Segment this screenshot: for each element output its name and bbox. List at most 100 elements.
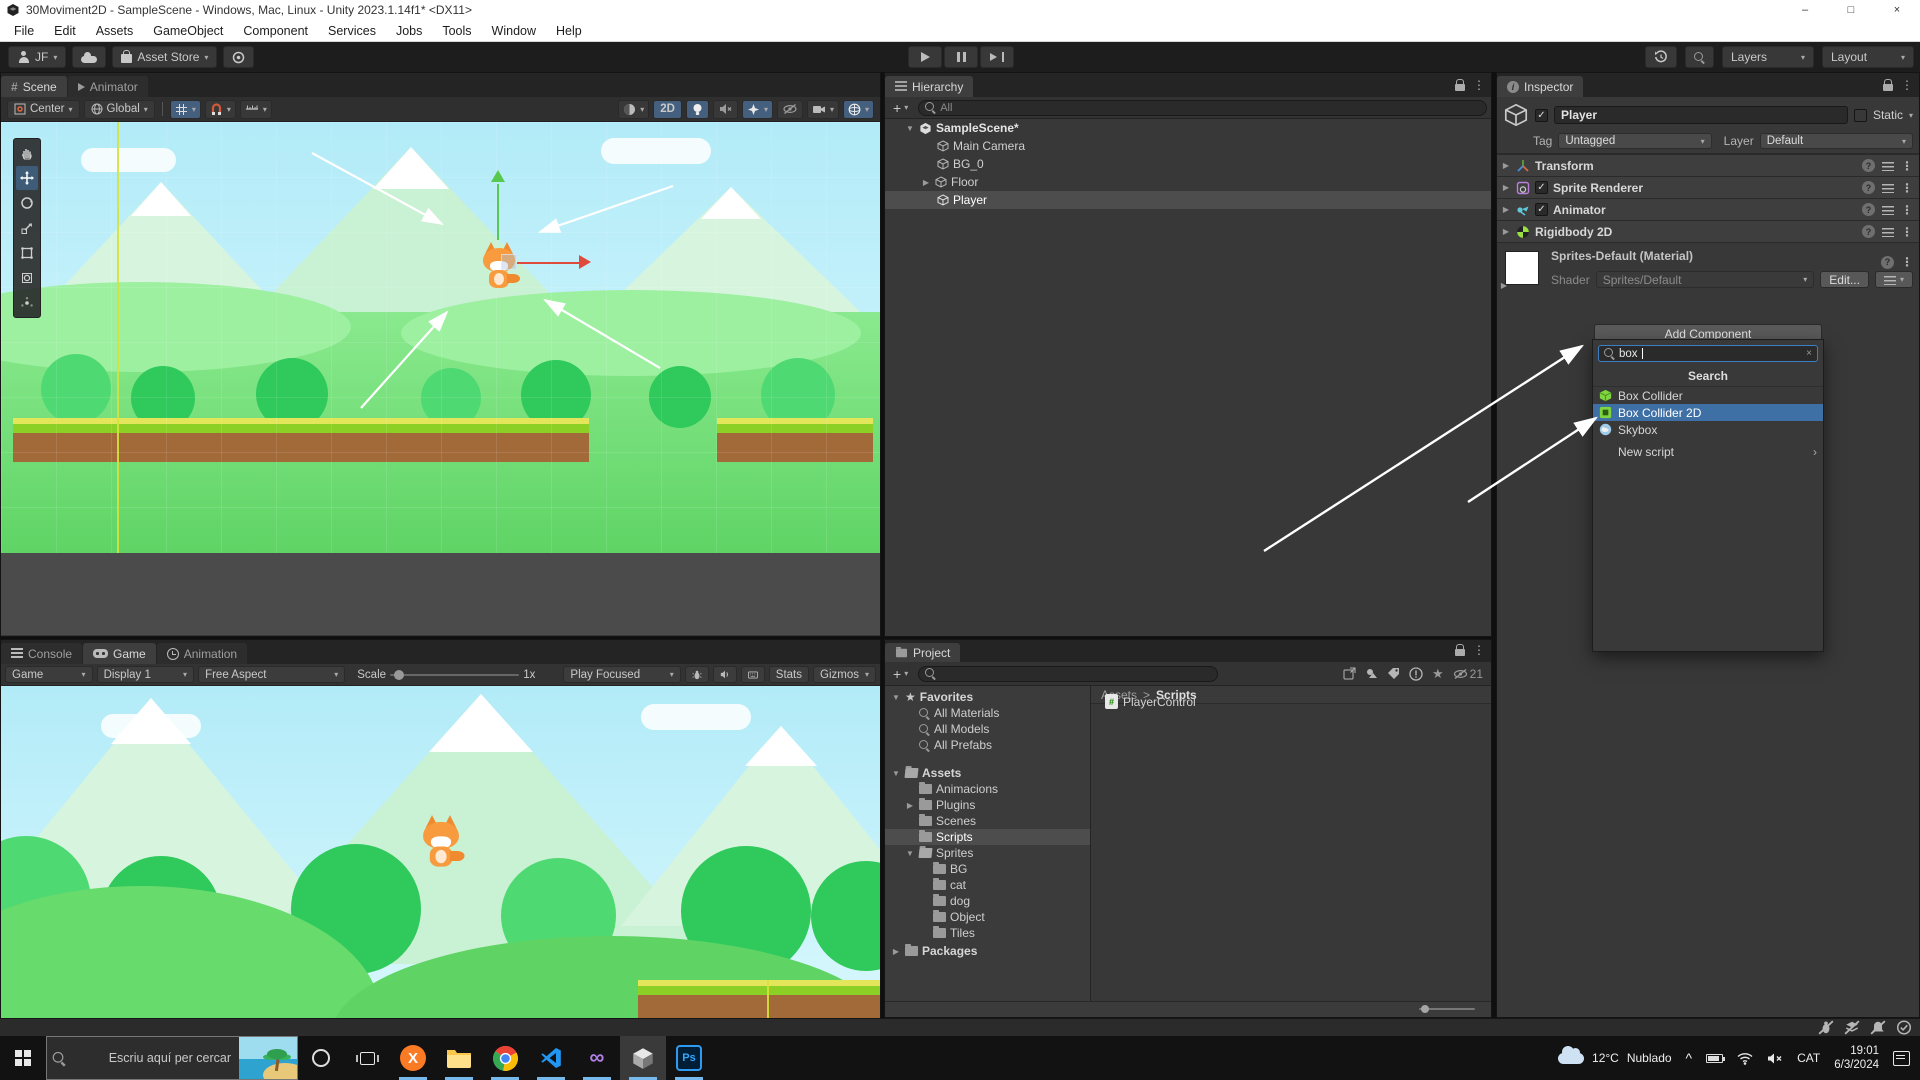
lock-icon[interactable] [1455, 649, 1465, 656]
move-tool-button[interactable] [16, 166, 38, 190]
presets-icon[interactable] [1882, 161, 1894, 171]
game-audio-toggle[interactable] [713, 666, 737, 683]
action-center-icon[interactable] [1893, 1051, 1910, 1066]
orientation-dropdown[interactable]: Global ▾ [84, 100, 155, 119]
display-dropdown[interactable]: Display 1▾ [97, 666, 195, 683]
grid-visibility-button[interactable]: ▾ [170, 100, 201, 119]
hidden-icons-chevron[interactable]: ^ [1686, 1050, 1693, 1066]
favorites-filter-icon[interactable]: ★ [1432, 666, 1444, 682]
tab-hierarchy[interactable]: Hierarchy [885, 76, 973, 97]
taskbar-search[interactable]: Escriu aquí per cercar [46, 1036, 298, 1080]
step-button[interactable] [980, 46, 1014, 68]
asset-blob-icon[interactable] [1365, 667, 1378, 680]
notifications-muted-icon[interactable] [1870, 1020, 1886, 1035]
scene-audio-toggle[interactable] [713, 100, 738, 119]
scale-slider-knob[interactable] [394, 670, 404, 680]
debugger-muted-icon[interactable] [1818, 1020, 1834, 1035]
stats-button[interactable]: Stats [769, 666, 809, 683]
collab-muted-icon[interactable] [1844, 1020, 1860, 1035]
gizmo-x-axis[interactable] [517, 262, 579, 264]
kebab-menu-icon[interactable]: ⋮ [1901, 181, 1913, 195]
gameobject-name-field[interactable] [1554, 106, 1848, 124]
language-indicator[interactable]: CAT [1797, 1051, 1820, 1065]
component-sprite-renderer[interactable]: ▶ ✓ Sprite Renderer ? ⋮ [1497, 176, 1919, 198]
taskbar-visual-studio[interactable]: ∞ [574, 1036, 620, 1080]
foldout-open-icon[interactable]: ▼ [905, 124, 915, 133]
keyboard-shortcuts-button[interactable] [741, 666, 765, 683]
play-focus-dropdown[interactable]: Play Focused▾ [563, 666, 680, 683]
tab-project[interactable]: Project [885, 643, 960, 662]
snap-increment-button[interactable]: ▾ [240, 100, 272, 119]
warning-icon[interactable] [1409, 667, 1423, 681]
favorites-row[interactable]: ▼ ★ Favorites [885, 689, 1090, 705]
lock-icon[interactable] [1883, 84, 1893, 91]
hand-tool-button[interactable] [16, 141, 38, 165]
custom-tool-button[interactable] [16, 291, 38, 315]
scene-camera-dropdown[interactable]: ▾ [807, 100, 839, 119]
project-search[interactable] [918, 666, 1218, 682]
menu-services[interactable]: Services [318, 24, 386, 38]
shading-mode-dropdown[interactable]: ▾ [618, 100, 649, 119]
component-rigidbody2d[interactable]: ▶ Rigidbody 2D ? ⋮ [1497, 220, 1919, 242]
help-icon[interactable]: ? [1862, 203, 1875, 216]
tab-console[interactable]: Console [1, 643, 82, 664]
help-icon[interactable]: ? [1881, 256, 1894, 269]
volume-muted-icon[interactable] [1767, 1052, 1783, 1065]
taskbar-file-explorer[interactable] [436, 1036, 482, 1080]
asset-store-dropdown[interactable]: Asset Store ▾ [112, 46, 217, 68]
popup-item-box-collider[interactable]: Box Collider [1593, 387, 1823, 404]
project-search-input[interactable] [940, 668, 1211, 680]
frame-debugger-button[interactable] [685, 666, 709, 683]
kebab-menu-icon[interactable]: ⋮ [1901, 225, 1913, 239]
gizmos-dropdown-game[interactable]: Gizmos▾ [813, 666, 876, 683]
menu-file[interactable]: File [4, 24, 44, 38]
fav-all-models[interactable]: All Models [885, 721, 1090, 737]
hidden-count-button[interactable]: 21 [1453, 667, 1483, 681]
presets-icon[interactable] [1882, 183, 1894, 193]
folder-animacions[interactable]: Animacions [885, 781, 1090, 797]
menu-assets[interactable]: Assets [86, 24, 144, 38]
menu-component[interactable]: Component [233, 24, 318, 38]
menu-window[interactable]: Window [482, 24, 546, 38]
fav-all-prefabs[interactable]: All Prefabs [885, 737, 1090, 753]
hierarchy-row-player[interactable]: Player [885, 191, 1491, 209]
hierarchy-search[interactable] [918, 100, 1487, 116]
clear-search-icon[interactable]: × [1806, 348, 1812, 359]
layer-dropdown[interactable]: Default▾ [1760, 133, 1913, 149]
menu-help[interactable]: Help [546, 24, 592, 38]
tab-animator[interactable]: Animator [68, 76, 148, 97]
close-button[interactable]: × [1874, 0, 1920, 20]
undo-history-button[interactable] [1645, 46, 1677, 68]
menu-tools[interactable]: Tools [432, 24, 481, 38]
hierarchy-row-bg0[interactable]: BG_0 [885, 155, 1491, 173]
help-icon[interactable]: ? [1862, 159, 1875, 172]
kebab-menu-icon[interactable]: ⋮ [1473, 78, 1485, 92]
kebab-menu-icon[interactable]: ⋮ [1901, 78, 1913, 92]
search-button[interactable] [1685, 46, 1714, 68]
material-swatch[interactable] [1505, 251, 1539, 285]
component-search-field[interactable]: box × [1598, 345, 1818, 362]
scale-slider[interactable] [390, 674, 519, 676]
kebab-menu-icon[interactable]: ⋮ [1473, 643, 1485, 657]
scene-viewport[interactable] [1, 122, 880, 635]
weather-widget[interactable]: 12°C Nublado [1558, 1051, 1672, 1065]
folder-object[interactable]: Object [885, 909, 1090, 925]
taskbar-vscode[interactable] [528, 1036, 574, 1080]
version-control-button[interactable] [223, 46, 254, 68]
folder-plugins[interactable]: ▶Plugins [885, 797, 1090, 813]
pivot-mode-dropdown[interactable]: Center ▾ [7, 100, 80, 119]
foldout-closed-icon[interactable]: ▶ [1501, 183, 1511, 192]
cloud-services-button[interactable] [72, 46, 106, 68]
hierarchy-row-main-camera[interactable]: Main Camera [885, 137, 1491, 155]
start-button[interactable] [0, 1036, 46, 1080]
menu-edit[interactable]: Edit [44, 24, 86, 38]
kebab-menu-icon[interactable]: ⋮ [1901, 203, 1913, 217]
aspect-ratio-dropdown[interactable]: Free Aspect▾ [198, 666, 345, 683]
scale-tool-button[interactable] [16, 216, 38, 240]
component-enabled-checkbox[interactable]: ✓ [1535, 181, 1548, 194]
lock-icon[interactable] [1455, 84, 1465, 91]
folder-bg[interactable]: BG [885, 861, 1090, 877]
kebab-menu-icon[interactable]: ⋮ [1901, 255, 1913, 269]
foldout-closed-icon[interactable]: ▶ [1501, 161, 1511, 170]
static-dropdown-caret[interactable]: ▾ [1909, 111, 1913, 120]
